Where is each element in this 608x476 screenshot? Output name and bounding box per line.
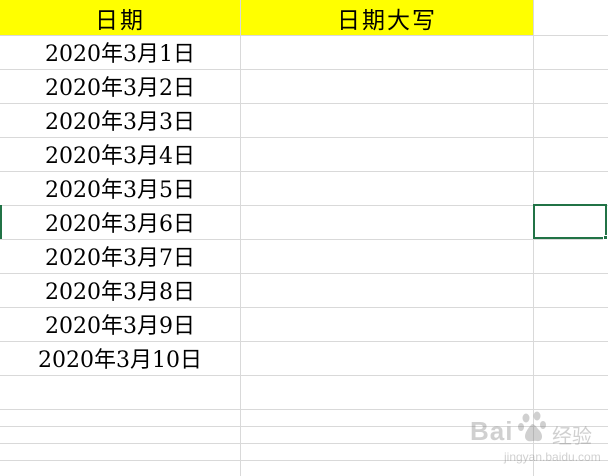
gridline	[0, 137, 608, 138]
cell-a6[interactable]: 2020年3月5日	[0, 171, 240, 205]
baidu-jingyan-watermark: Bai 经验 jingyan.baidu.com	[470, 410, 604, 472]
row-selection-marker	[0, 205, 2, 239]
gridline	[0, 426, 608, 427]
watermark-url: jingyan.baidu.com	[504, 450, 601, 464]
gridline	[0, 171, 608, 172]
gridline	[0, 273, 608, 274]
cell-a5[interactable]: 2020年3月4日	[0, 137, 240, 171]
gridline	[0, 205, 608, 206]
spreadsheet: 日期 日期大写 2020年3月1日 2020年3月2日 2020年3月3日 20…	[0, 0, 608, 476]
cell-a3[interactable]: 2020年3月2日	[0, 69, 240, 103]
gridline	[240, 0, 241, 476]
gridline	[0, 307, 608, 308]
gridline	[0, 375, 608, 376]
cell-a2[interactable]: 2020年3月1日	[0, 35, 240, 69]
header-cell-date[interactable]: 日期	[0, 0, 240, 35]
gridline	[0, 239, 608, 240]
watermark-brand-cn: 经验	[552, 424, 592, 448]
gridline	[0, 460, 608, 461]
active-cell-selection[interactable]	[533, 204, 607, 239]
cell-a7[interactable]: 2020年3月6日	[0, 205, 240, 239]
cell-a11[interactable]: 2020年3月10日	[0, 341, 240, 375]
gridline	[0, 35, 608, 36]
gridline	[0, 443, 608, 444]
fill-handle[interactable]	[603, 235, 608, 240]
gridline	[0, 69, 608, 70]
cell-a10[interactable]: 2020年3月9日	[0, 307, 240, 341]
gridline	[0, 103, 608, 104]
gridline	[0, 341, 608, 342]
cell-a9[interactable]: 2020年3月8日	[0, 273, 240, 307]
cell-a8[interactable]: 2020年3月7日	[0, 239, 240, 273]
cell-a4[interactable]: 2020年3月3日	[0, 103, 240, 137]
gridline	[0, 409, 608, 410]
header-cell-date-upper[interactable]: 日期大写	[241, 0, 533, 35]
